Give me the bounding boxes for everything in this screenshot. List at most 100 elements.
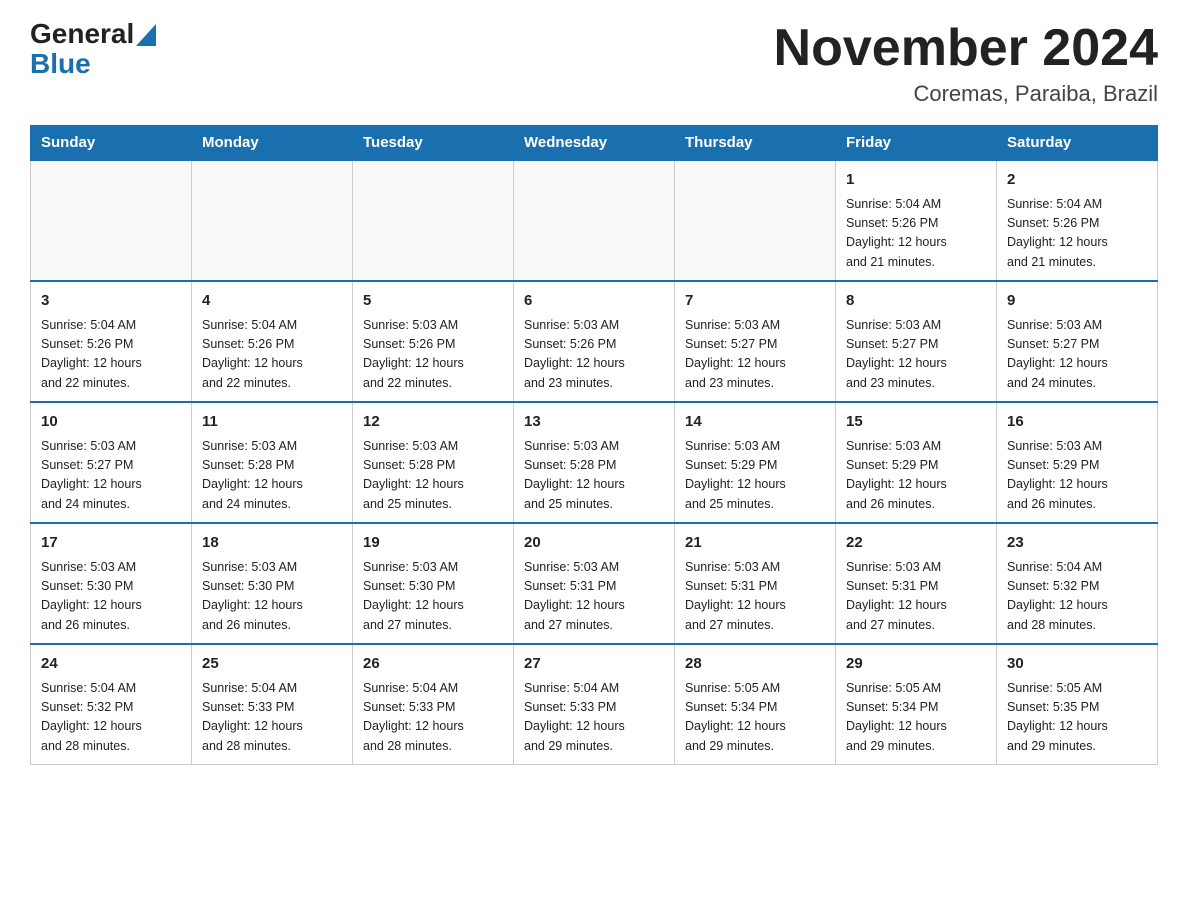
- header-sunday: Sunday: [31, 126, 192, 161]
- calendar-cell: 19 Sunrise: 5:03 AMSunset: 5:30 PMDayligh…: [353, 523, 514, 644]
- day-info: Sunrise: 5:04 AMSunset: 5:26 PMDaylight:…: [1007, 195, 1147, 273]
- day-number: 11: [202, 411, 342, 434]
- calendar-cell: 7 Sunrise: 5:03 AMSunset: 5:27 PMDaylight…: [675, 281, 836, 402]
- day-number: 6: [524, 290, 664, 313]
- day-number: 14: [685, 411, 825, 434]
- day-number: 3: [41, 290, 181, 313]
- day-info: Sunrise: 5:05 AMSunset: 5:34 PMDaylight:…: [685, 679, 825, 757]
- day-info: Sunrise: 5:04 AMSunset: 5:32 PMDaylight:…: [41, 679, 181, 757]
- logo: General Blue: [30, 20, 156, 80]
- day-info: Sunrise: 5:03 AMSunset: 5:27 PMDaylight:…: [846, 316, 986, 394]
- day-info: Sunrise: 5:03 AMSunset: 5:28 PMDaylight:…: [202, 437, 342, 515]
- day-info: Sunrise: 5:05 AMSunset: 5:34 PMDaylight:…: [846, 679, 986, 757]
- calendar-cell: 24 Sunrise: 5:04 AMSunset: 5:32 PMDayligh…: [31, 644, 192, 765]
- calendar-cell: 26 Sunrise: 5:04 AMSunset: 5:33 PMDayligh…: [353, 644, 514, 765]
- day-info: Sunrise: 5:03 AMSunset: 5:31 PMDaylight:…: [846, 558, 986, 636]
- day-number: 21: [685, 532, 825, 555]
- day-info: Sunrise: 5:03 AMSunset: 5:26 PMDaylight:…: [524, 316, 664, 394]
- header-monday: Monday: [192, 126, 353, 161]
- logo-blue: Blue: [30, 48, 91, 80]
- week-row-1: 3 Sunrise: 5:04 AMSunset: 5:26 PMDaylight…: [31, 281, 1158, 402]
- day-number: 8: [846, 290, 986, 313]
- day-number: 27: [524, 653, 664, 676]
- calendar-table: Sunday Monday Tuesday Wednesday Thursday…: [30, 125, 1158, 765]
- week-row-2: 10 Sunrise: 5:03 AMSunset: 5:27 PMDayligh…: [31, 402, 1158, 523]
- day-number: 24: [41, 653, 181, 676]
- calendar-title: November 2024: [774, 20, 1158, 77]
- calendar-cell: 25 Sunrise: 5:04 AMSunset: 5:33 PMDayligh…: [192, 644, 353, 765]
- day-info: Sunrise: 5:04 AMSunset: 5:33 PMDaylight:…: [363, 679, 503, 757]
- day-number: 1: [846, 169, 986, 192]
- calendar-cell: [31, 160, 192, 281]
- calendar-cell: 6 Sunrise: 5:03 AMSunset: 5:26 PMDaylight…: [514, 281, 675, 402]
- calendar-cell: 5 Sunrise: 5:03 AMSunset: 5:26 PMDaylight…: [353, 281, 514, 402]
- day-info: Sunrise: 5:05 AMSunset: 5:35 PMDaylight:…: [1007, 679, 1147, 757]
- day-number: 10: [41, 411, 181, 434]
- day-number: 20: [524, 532, 664, 555]
- day-info: Sunrise: 5:03 AMSunset: 5:27 PMDaylight:…: [685, 316, 825, 394]
- day-info: Sunrise: 5:03 AMSunset: 5:29 PMDaylight:…: [1007, 437, 1147, 515]
- day-number: 30: [1007, 653, 1147, 676]
- day-number: 12: [363, 411, 503, 434]
- calendar-cell: 8 Sunrise: 5:03 AMSunset: 5:27 PMDaylight…: [836, 281, 997, 402]
- calendar-cell: 3 Sunrise: 5:04 AMSunset: 5:26 PMDaylight…: [31, 281, 192, 402]
- day-info: Sunrise: 5:03 AMSunset: 5:28 PMDaylight:…: [524, 437, 664, 515]
- calendar-cell: 4Sunrise: 5:04 AMSunset: 5:26 PMDaylight…: [192, 281, 353, 402]
- day-number: 7: [685, 290, 825, 313]
- day-info: Sunrise: 5:03 AMSunset: 5:29 PMDaylight:…: [685, 437, 825, 515]
- calendar-cell: 13Sunrise: 5:03 AMSunset: 5:28 PMDayligh…: [514, 402, 675, 523]
- calendar-cell: 28 Sunrise: 5:05 AMSunset: 5:34 PMDayligh…: [675, 644, 836, 765]
- calendar-cell: 9Sunrise: 5:03 AMSunset: 5:27 PMDaylight…: [997, 281, 1158, 402]
- calendar-cell: 21Sunrise: 5:03 AMSunset: 5:31 PMDayligh…: [675, 523, 836, 644]
- calendar-cell: 23Sunrise: 5:04 AMSunset: 5:32 PMDayligh…: [997, 523, 1158, 644]
- day-info: Sunrise: 5:03 AMSunset: 5:30 PMDaylight:…: [41, 558, 181, 636]
- calendar-cell: 11 Sunrise: 5:03 AMSunset: 5:28 PMDayligh…: [192, 402, 353, 523]
- calendar-cell: 15 Sunrise: 5:03 AMSunset: 5:29 PMDayligh…: [836, 402, 997, 523]
- header-tuesday: Tuesday: [353, 126, 514, 161]
- calendar-cell: [192, 160, 353, 281]
- title-area: November 2024 Coremas, Paraiba, Brazil: [774, 20, 1158, 107]
- logo-triangle-icon: [136, 24, 156, 46]
- week-row-3: 17 Sunrise: 5:03 AMSunset: 5:30 PMDayligh…: [31, 523, 1158, 644]
- day-number: 28: [685, 653, 825, 676]
- day-number: 18: [202, 532, 342, 555]
- day-info: Sunrise: 5:03 AMSunset: 5:29 PMDaylight:…: [846, 437, 986, 515]
- calendar-cell: 20 Sunrise: 5:03 AMSunset: 5:31 PMDayligh…: [514, 523, 675, 644]
- calendar-cell: 27Sunrise: 5:04 AMSunset: 5:33 PMDayligh…: [514, 644, 675, 765]
- calendar-cell: 12 Sunrise: 5:03 AMSunset: 5:28 PMDayligh…: [353, 402, 514, 523]
- day-info: Sunrise: 5:03 AMSunset: 5:28 PMDaylight:…: [363, 437, 503, 515]
- day-number: 26: [363, 653, 503, 676]
- day-number: 19: [363, 532, 503, 555]
- day-info: Sunrise: 5:04 AMSunset: 5:33 PMDaylight:…: [202, 679, 342, 757]
- day-number: 16: [1007, 411, 1147, 434]
- day-number: 9: [1007, 290, 1147, 313]
- calendar-cell: 18 Sunrise: 5:03 AMSunset: 5:30 PMDayligh…: [192, 523, 353, 644]
- day-info: Sunrise: 5:04 AMSunset: 5:26 PMDaylight:…: [41, 316, 181, 394]
- day-number: 23: [1007, 532, 1147, 555]
- calendar-cell: 10 Sunrise: 5:03 AMSunset: 5:27 PMDayligh…: [31, 402, 192, 523]
- calendar-cell: 1 Sunrise: 5:04 AMSunset: 5:26 PMDaylight…: [836, 160, 997, 281]
- day-info: Sunrise: 5:03 AMSunset: 5:31 PMDaylight:…: [524, 558, 664, 636]
- calendar-cell: 2Sunrise: 5:04 AMSunset: 5:26 PMDaylight…: [997, 160, 1158, 281]
- day-info: Sunrise: 5:04 AMSunset: 5:26 PMDaylight:…: [202, 316, 342, 394]
- calendar-cell: [353, 160, 514, 281]
- day-info: Sunrise: 5:03 AMSunset: 5:26 PMDaylight:…: [363, 316, 503, 394]
- day-number: 5: [363, 290, 503, 313]
- week-row-4: 24 Sunrise: 5:04 AMSunset: 5:32 PMDayligh…: [31, 644, 1158, 765]
- calendar-cell: 29Sunrise: 5:05 AMSunset: 5:34 PMDayligh…: [836, 644, 997, 765]
- header-saturday: Saturday: [997, 126, 1158, 161]
- day-info: Sunrise: 5:03 AMSunset: 5:30 PMDaylight:…: [202, 558, 342, 636]
- day-info: Sunrise: 5:04 AMSunset: 5:26 PMDaylight:…: [846, 195, 986, 273]
- week-row-0: 1 Sunrise: 5:04 AMSunset: 5:26 PMDaylight…: [31, 160, 1158, 281]
- day-number: 25: [202, 653, 342, 676]
- calendar-location: Coremas, Paraiba, Brazil: [774, 81, 1158, 107]
- day-number: 17: [41, 532, 181, 555]
- logo-general: General: [30, 20, 134, 48]
- day-number: 15: [846, 411, 986, 434]
- calendar-cell: [514, 160, 675, 281]
- day-info: Sunrise: 5:03 AMSunset: 5:27 PMDaylight:…: [41, 437, 181, 515]
- calendar-cell: 17 Sunrise: 5:03 AMSunset: 5:30 PMDayligh…: [31, 523, 192, 644]
- calendar-cell: 30 Sunrise: 5:05 AMSunset: 5:35 PMDayligh…: [997, 644, 1158, 765]
- calendar-cell: 14 Sunrise: 5:03 AMSunset: 5:29 PMDayligh…: [675, 402, 836, 523]
- day-info: Sunrise: 5:03 AMSunset: 5:30 PMDaylight:…: [363, 558, 503, 636]
